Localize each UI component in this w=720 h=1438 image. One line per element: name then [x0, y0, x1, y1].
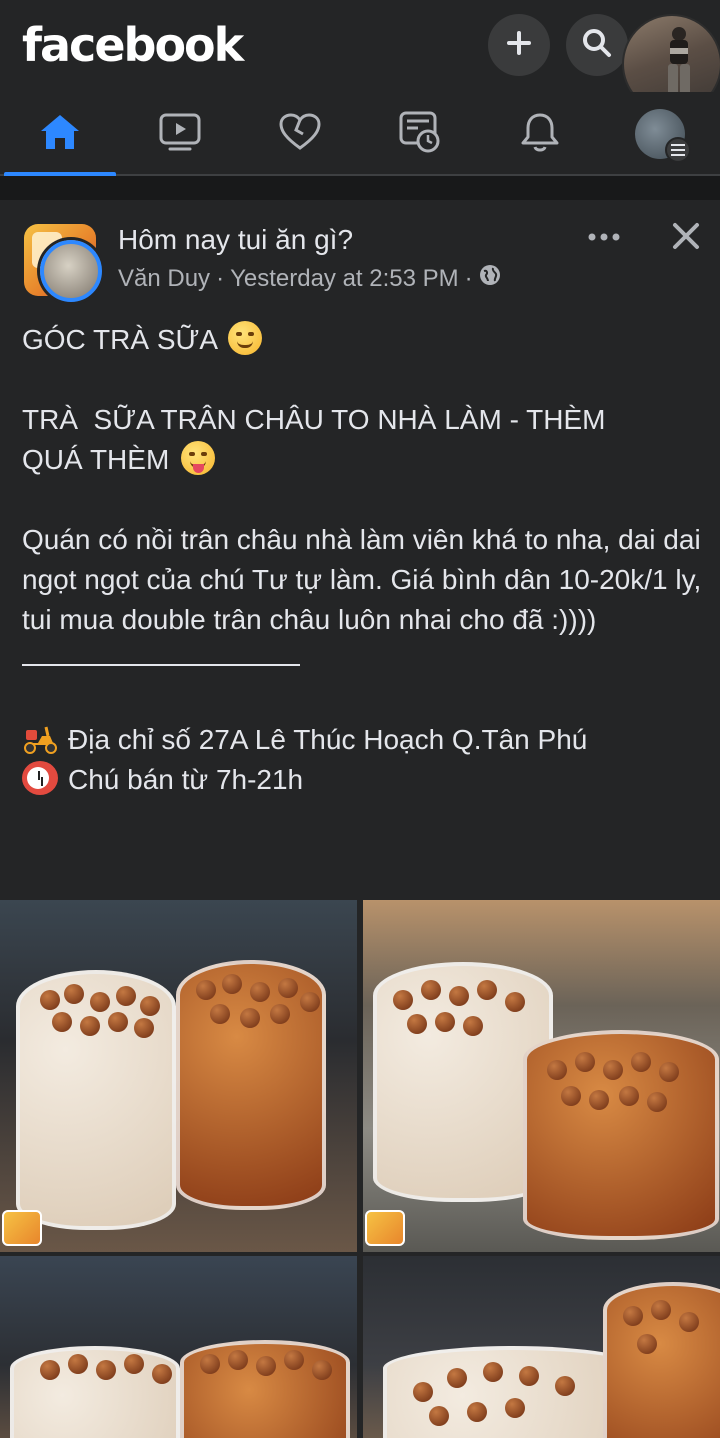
photo-2[interactable] — [363, 900, 720, 1252]
photo-4[interactable] — [363, 1256, 720, 1438]
tab-home[interactable] — [0, 92, 120, 176]
photo-1[interactable] — [0, 900, 357, 1252]
heart-icon — [278, 112, 322, 157]
tab-news-feed[interactable] — [360, 92, 480, 176]
post-hours-line: Chú bán từ 7h-21h — [22, 760, 702, 800]
post-body: Quán có nồi trân châu nhà làm viên khá t… — [22, 524, 710, 635]
tab-dating[interactable] — [240, 92, 360, 176]
more-dots-icon — [588, 228, 620, 246]
bell-icon — [518, 110, 562, 159]
post-text: GÓC TRÀ SỮA TRÀ SỮA TRÂN CHÂU TO NHÀ LÀM… — [22, 320, 702, 800]
post-title-line-1: TRÀ SỮA TRÂN CHÂU TO NHÀ LÀM - THÈM — [22, 404, 606, 435]
scooter-icon — [22, 721, 58, 755]
close-post-button[interactable] — [664, 216, 708, 260]
menu-avatar — [635, 109, 691, 163]
smiling-face-icon — [228, 321, 263, 355]
author-avatar[interactable] — [40, 240, 102, 302]
post-title-line-2: QUÁ THÈM — [22, 440, 702, 480]
home-icon — [38, 112, 82, 157]
globe-icon — [479, 264, 501, 293]
main-nav — [0, 92, 720, 176]
alarm-clock-icon — [22, 761, 58, 795]
group-name[interactable]: Hôm nay tui ăn gì? — [118, 224, 353, 256]
video-icon — [158, 112, 202, 157]
menu-icon — [665, 137, 691, 163]
divider-line — [22, 664, 300, 666]
post-heading-line: GÓC TRÀ SỮA — [22, 320, 702, 360]
post-card: Hôm nay tui ăn gì? Văn Duy · Yesterday a… — [0, 200, 720, 1438]
post-avatars[interactable] — [24, 224, 104, 304]
close-icon — [672, 222, 700, 255]
post-timestamp[interactable]: Yesterday at 2:53 PM — [230, 265, 459, 293]
meta-separator: · — [464, 264, 473, 292]
create-button[interactable] — [488, 14, 550, 76]
tab-watch[interactable] — [120, 92, 240, 176]
author-name[interactable]: Văn Duy — [118, 265, 210, 293]
more-options-button[interactable] — [582, 222, 626, 252]
tab-notifications[interactable] — [480, 92, 600, 176]
post-address-line: Địa chỉ số 27A Lê Thúc Hoạch Q.Tân Phú — [22, 720, 702, 760]
photo-3[interactable] — [0, 1256, 357, 1438]
search-button[interactable] — [566, 14, 628, 76]
group-watermark — [2, 1210, 42, 1246]
search-icon — [581, 27, 613, 64]
feed-clock-icon — [398, 110, 442, 159]
tab-menu[interactable] — [600, 92, 720, 176]
group-watermark — [365, 1210, 405, 1246]
facebook-logo[interactable]: facebook — [22, 18, 244, 72]
post-meta: Văn Duy · Yesterday at 2:53 PM · — [118, 264, 501, 293]
plus-icon — [504, 28, 534, 63]
top-bar: facebook — [0, 0, 720, 114]
tongue-face-icon — [181, 441, 216, 475]
meta-separator: · — [216, 264, 225, 292]
